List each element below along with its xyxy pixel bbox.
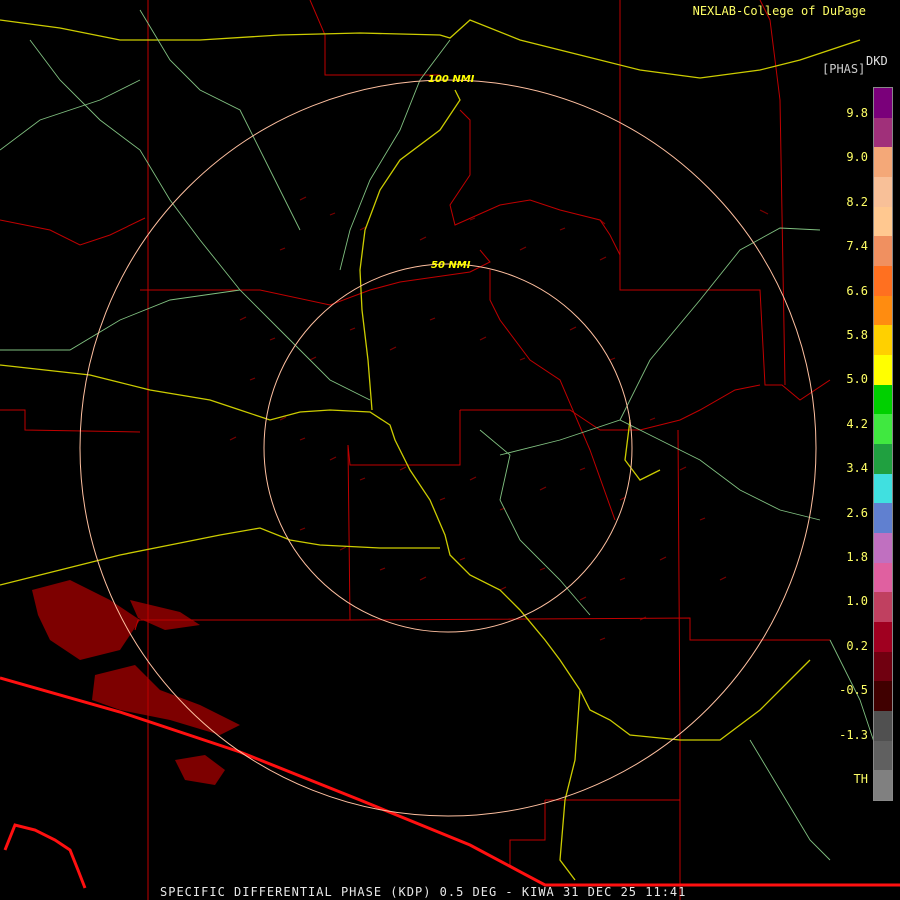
color-scale-tick-label: -1.3: [839, 727, 868, 742]
color-scale-swatch: [874, 325, 892, 356]
color-scale-tick-label: 9.8: [846, 106, 868, 120]
color-scale-tick-label: -0.5: [839, 683, 868, 698]
color-scale-tick-label: 0.2: [846, 638, 868, 653]
color-scale-swatch: [874, 295, 892, 326]
color-scale-swatch: [874, 117, 892, 148]
product-caption: SPECIFIC DIFFERENTIAL PHASE (KDP) 0.5 DE…: [160, 885, 687, 899]
color-scale-bar: [873, 87, 893, 801]
highways: [0, 19, 861, 881]
color-scale-tick-label: 1.8: [846, 550, 868, 564]
color-scale-tick-label: 6.6: [846, 283, 868, 298]
color-scale-swatch: [874, 444, 892, 475]
color-scale-swatch: [874, 414, 892, 445]
color-scale-swatch: [874, 266, 892, 297]
source-credit: NEXLAB-College of DuPage: [692, 4, 866, 18]
secondary-roads: [0, 9, 881, 861]
color-scale-swatch: [874, 622, 892, 653]
color-scale-tick-label: 4.2: [846, 416, 868, 431]
color-scale-tick-label: 3.4: [846, 461, 868, 476]
color-scale-swatch: [874, 770, 892, 801]
color-scale-tick-label: 2.6: [846, 505, 868, 520]
scattered-echoes: [229, 196, 769, 641]
color-scale-swatch: [874, 384, 892, 415]
color-scale-tick-label: 8.2: [846, 194, 868, 209]
color-scale-swatch: [874, 473, 892, 504]
color-scale-swatch: [874, 651, 892, 682]
color-scale-tick-label: TH: [853, 772, 868, 786]
color-scale-swatch: [874, 88, 892, 119]
echo-clutter-cluster: [32, 580, 240, 785]
color-scale-swatch: [874, 711, 892, 742]
color-scale-tick-label: 7.4: [846, 239, 868, 254]
color-scale-swatch: [874, 592, 892, 623]
legend-title: [PHAS]: [822, 62, 866, 76]
color-scale-swatch: [874, 503, 892, 534]
color-scale-swatch: [874, 206, 892, 237]
county-boundaries: [0, 0, 831, 900]
legend-units: DKD: [866, 54, 888, 68]
color-scale-swatch: [874, 681, 892, 712]
color-scale-tick-label: 1.0: [846, 594, 868, 609]
color-scale-swatch: [874, 562, 892, 593]
color-scale-swatch: [874, 355, 892, 386]
color-scale-tick-label: 5.0: [846, 372, 868, 387]
color-scale-swatch: [874, 147, 892, 178]
color-scale-swatch: [874, 740, 892, 771]
color-scale-tick-label: 5.8: [846, 328, 868, 342]
color-scale-swatch: [874, 533, 892, 564]
color-scale-swatch: [874, 177, 892, 208]
range-ring-label-50: 50 NMI: [431, 260, 471, 271]
color-scale-swatch: [874, 236, 892, 267]
radar-map: 100 NMI 50 NMI: [0, 0, 900, 900]
range-ring-label-100: 100 NMI: [428, 74, 475, 85]
color-scale-tick-label: 9.0: [846, 150, 868, 165]
